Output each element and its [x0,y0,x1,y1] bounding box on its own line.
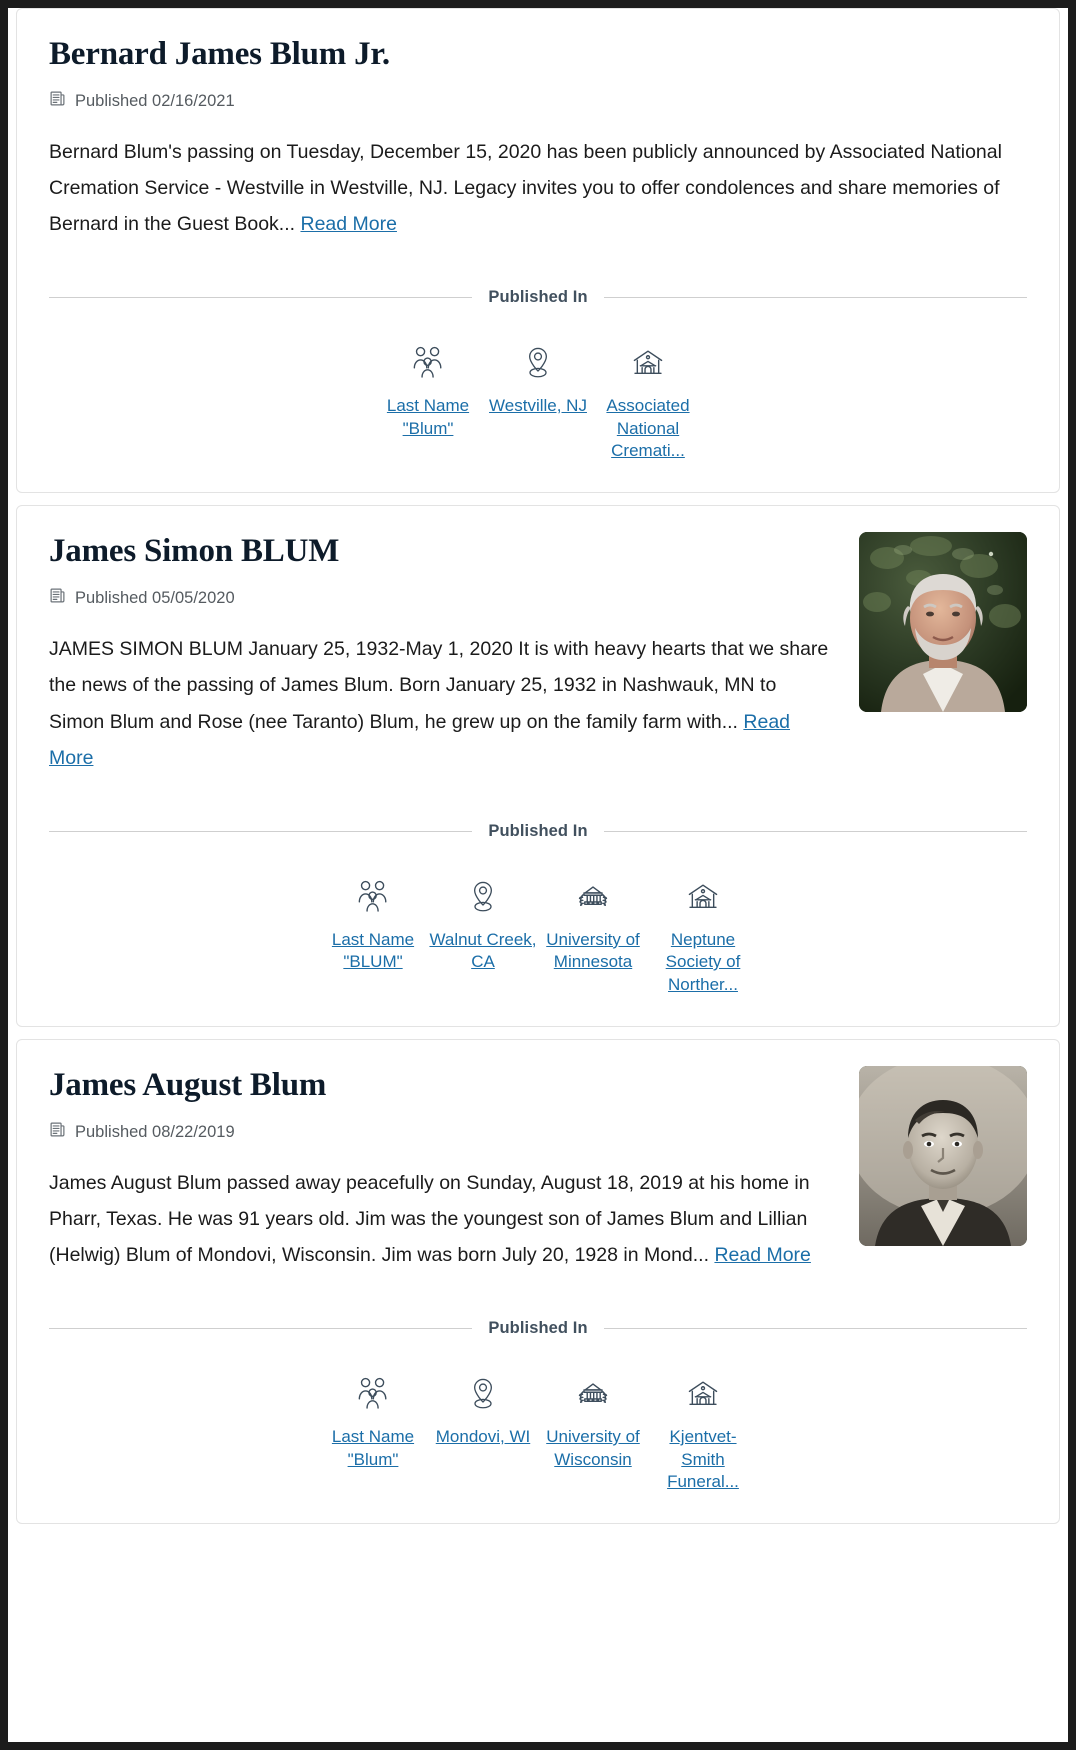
published-date-row: Published 05/05/2020 [49,587,835,609]
divider-rule-left [49,830,473,832]
obituary-excerpt-text: JAMES SIMON BLUM January 25, 1932-May 1,… [49,638,829,733]
obituary-card[interactable]: James Simon BLUM Published 05/05/2020 JAME… [16,505,1060,1027]
obituary-excerpt: JAMES SIMON BLUM January 25, 1932-May 1,… [49,631,835,775]
published-in-item[interactable]: Kjentvet-Smith Funeral... [648,1372,758,1493]
published-in-item[interactable]: Mondovi, WI [428,1372,538,1448]
divider-rule-left [49,297,473,299]
published-in-label: Published In [488,821,588,840]
published-in-label-text: Mondovi, WI [435,1427,531,1447]
newspaper-icon [49,587,66,609]
funeral-home-icon [682,875,724,919]
published-in-label-text: University of Minnesota [546,929,640,972]
published-in-item[interactable]: Walnut Creek, CA [428,875,538,974]
published-in-label-text: Associated National Cremati... [606,396,690,460]
obituary-excerpt: James August Blum passed away peacefully… [49,1165,835,1273]
published-in-item[interactable]: Associated National Cremati... [593,341,703,462]
published-in-item[interactable]: Westville, NJ [483,341,593,417]
obituary-photo[interactable] [859,532,1027,713]
university-icon [572,875,614,919]
obituary-card-header: James Simon BLUM Published 05/05/2020 JAME… [49,532,1027,775]
published-in-divider: Published In [49,821,1028,841]
family-icon [407,341,449,385]
obituary-excerpt: Bernard Blum's passing on Tuesday, Decem… [49,134,1027,242]
published-date-row: Published 08/22/2019 [49,1121,835,1143]
published-in-item[interactable]: Last Name "Blum" [373,341,483,440]
published-in-label-text: Walnut Creek, CA [429,929,537,972]
obituary-card-content: Bernard James Blum Jr. Published 02/16/20… [49,35,1027,242]
read-more-link[interactable]: Read More [300,213,396,235]
published-in-label-text: Last Name "BLUM" [331,929,415,972]
obituary-card-header: James August Blum Published 08/22/2019 Jam… [49,1065,1027,1273]
map-pin-icon [463,875,503,919]
published-in-divider: Published In [49,288,1028,307]
published-in-list: Last Name "BLUM" Walnut Creek, CA Universi… [49,875,1027,996]
obituary-card[interactable]: Bernard James Blum Jr. Published 02/16/20… [16,8,1060,494]
obituary-title[interactable]: Bernard James Blum Jr. [49,35,1027,74]
map-pin-icon [518,341,558,385]
newspaper-icon [49,90,66,112]
published-in-label-text: Kjentvet-Smith Funeral... [667,1427,739,1491]
published-in-label-text: Neptune Society of Norther... [665,929,741,994]
obituary-title[interactable]: James August Blum [49,1066,835,1105]
published-in-label: Published In [488,1319,588,1338]
newspaper-icon [49,1121,66,1143]
obituary-excerpt-text: James August Blum passed away peacefully… [49,1171,810,1266]
published-date-row: Published 02/16/2021 [49,90,1027,112]
published-in-item[interactable]: University of Minnesota [538,875,648,974]
university-icon [572,1372,614,1416]
map-pin-icon [463,1372,503,1416]
funeral-home-icon [627,341,669,385]
funeral-home-icon [682,1372,724,1416]
family-icon [352,1372,394,1416]
published-in-divider: Published In [49,1319,1028,1338]
published-date: Published 05/05/2020 [75,589,235,608]
obituary-card-content: James August Blum Published 08/22/2019 Jam… [49,1066,835,1273]
divider-rule-right [603,830,1028,832]
published-in-item[interactable]: Last Name "BLUM" [318,875,428,974]
published-in-label-text: Last Name "Blum" [386,396,470,438]
obituary-photo[interactable] [859,1065,1027,1246]
divider-rule-right [603,1328,1028,1330]
divider-rule-right [603,297,1028,299]
obituary-search-results-page: Bernard James Blum Jr. Published 02/16/20… [8,8,1068,1742]
published-date: Published 02/16/2021 [75,91,235,110]
published-date: Published 08/22/2019 [75,1122,235,1141]
published-in-label: Published In [488,288,588,307]
read-more-link[interactable]: Read More [714,1244,810,1266]
published-in-label-text: Westville, NJ [489,396,587,416]
published-in-label-text: Last Name "Blum" [331,1427,415,1469]
published-in-list: Last Name "Blum" Westville, NJ Associated … [49,341,1027,462]
obituary-card[interactable]: James August Blum Published 08/22/2019 Jam… [16,1038,1060,1525]
published-in-list: Last Name "Blum" Mondovi, WI University of… [49,1372,1027,1493]
obituary-card-list: Bernard James Blum Jr. Published 02/16/20… [8,8,1068,1525]
obituary-card-content: James Simon BLUM Published 05/05/2020 JAME… [49,532,835,775]
obituary-card-header: Bernard James Blum Jr. Published 02/16/20… [49,35,1027,242]
obituary-excerpt-text: Bernard Blum's passing on Tuesday, Decem… [49,140,1002,236]
published-in-item[interactable]: Neptune Society of Norther... [648,875,758,996]
published-in-item[interactable]: University of Wisconsin [538,1372,648,1471]
family-icon [352,875,394,919]
published-in-item[interactable]: Last Name "Blum" [318,1372,428,1471]
divider-rule-left [49,1328,473,1330]
published-in-label-text: University of Wisconsin [546,1427,640,1469]
obituary-title[interactable]: James Simon BLUM [49,532,835,571]
